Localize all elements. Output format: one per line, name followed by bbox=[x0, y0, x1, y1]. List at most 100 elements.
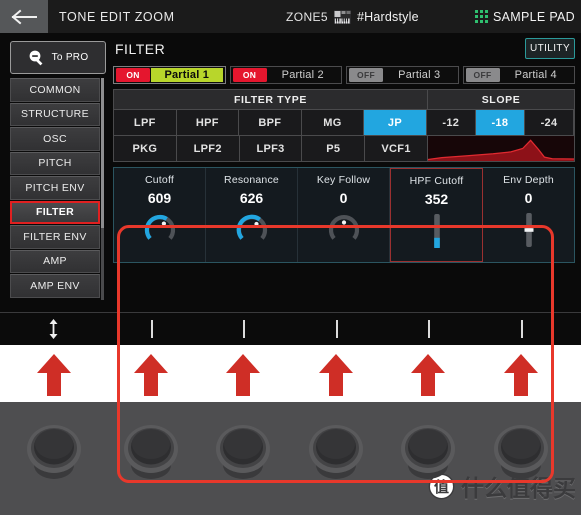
slope-option--12[interactable]: -12 bbox=[426, 110, 476, 135]
param-label: Resonance bbox=[224, 174, 279, 186]
up-arrow-icon bbox=[504, 354, 538, 396]
knob-indicator-strip bbox=[0, 312, 581, 345]
knob-glyph bbox=[309, 425, 363, 479]
up-arrow-icon bbox=[37, 354, 71, 396]
hardware-knob-1[interactable] bbox=[22, 419, 86, 496]
slider-control[interactable] bbox=[522, 213, 536, 247]
filter-type-vcf1[interactable]: VCF1 bbox=[365, 136, 428, 161]
hardware-knob-5[interactable] bbox=[396, 419, 460, 496]
sidebar-item-filter[interactable]: FILTER bbox=[10, 200, 100, 224]
sidebar-item-label: AMP ENV bbox=[30, 279, 80, 292]
filter-type-row-2: PKG LPF2 LPF3 P5 VCF1 bbox=[114, 135, 574, 161]
panel-title: FILTER bbox=[115, 41, 166, 57]
param-hpf-cutoff[interactable]: HPF Cutoff 352 bbox=[390, 168, 483, 262]
slope-option--18[interactable]: -18 bbox=[475, 110, 525, 135]
sidebar-item-filter-env[interactable]: FILTER ENV bbox=[10, 225, 100, 249]
sidebar-scroll-thumb[interactable] bbox=[101, 78, 104, 228]
callout-arrow-2 bbox=[133, 353, 169, 402]
param-value: 626 bbox=[239, 190, 264, 206]
grid-icon bbox=[475, 10, 489, 23]
knob-tick-resize[interactable] bbox=[47, 318, 61, 340]
param-resonance[interactable]: Resonance 626 bbox=[206, 168, 298, 262]
filter-type-p5[interactable]: P5 bbox=[302, 136, 366, 161]
hardware-knob-2[interactable] bbox=[119, 419, 183, 496]
knob-glyph bbox=[124, 425, 178, 479]
partial-tabs: ON Partial 1 ON Partial 2 OFF Partial 3 OFF Par… bbox=[113, 66, 575, 84]
filter-panel: FILTER UTILITY ON Partial 1 ON Partial 2 OFF… bbox=[113, 38, 575, 313]
zone-label: ZONE5 bbox=[286, 9, 329, 24]
param-cutoff[interactable]: Cutoff 609 bbox=[114, 168, 206, 262]
sidebar-item-amp[interactable]: AMP bbox=[10, 249, 100, 273]
param-env-depth[interactable]: Env Depth 0 bbox=[483, 168, 574, 262]
partial-2-state-toggle[interactable]: ON bbox=[232, 68, 267, 82]
keyboard-icon bbox=[334, 9, 352, 24]
device-screen: TONE EDIT ZOOM ZONE5 #Hardstyle SAMPLE P… bbox=[0, 0, 581, 345]
partial-1-state-toggle[interactable]: ON bbox=[116, 68, 150, 82]
zoom-out-icon bbox=[29, 50, 43, 66]
knob-glyph bbox=[27, 425, 81, 479]
zone-info: ZONE5 #Hardstyle bbox=[286, 0, 419, 33]
partial-3-label: Partial 3 bbox=[398, 69, 441, 81]
hardware-knob-6[interactable] bbox=[489, 419, 553, 496]
hardware-knob-4[interactable] bbox=[304, 419, 368, 496]
callout-arrow-3 bbox=[225, 353, 261, 402]
slope-option--24[interactable]: -24 bbox=[524, 110, 575, 135]
param-value: 0 bbox=[524, 190, 533, 206]
tone-name-label: #Hardstyle bbox=[357, 9, 419, 24]
slider-control[interactable] bbox=[430, 214, 444, 248]
sample-pad-button[interactable]: SAMPLE PAD bbox=[475, 0, 575, 33]
knob-tick-3 bbox=[336, 320, 338, 338]
panel-header: FILTER UTILITY bbox=[113, 38, 575, 63]
filter-type-header: FILTER TYPE bbox=[114, 90, 428, 109]
sidebar-item-pitch-env[interactable]: PITCH ENV bbox=[10, 176, 100, 200]
partial-tab-1[interactable]: ON Partial 1 bbox=[113, 66, 226, 84]
partial-tab-2[interactable]: ON Partial 2 bbox=[229, 66, 342, 84]
sidebar-item-label: FILTER bbox=[35, 206, 75, 219]
param-key-follow[interactable]: Key Follow 0 bbox=[298, 168, 390, 262]
sidebar-scrollbar[interactable] bbox=[101, 78, 104, 300]
callout-arrow-4 bbox=[318, 353, 354, 402]
partial-tab-3[interactable]: OFF Partial 3 bbox=[346, 66, 459, 84]
knob-tick-4 bbox=[428, 320, 430, 338]
knob-control[interactable] bbox=[143, 213, 177, 247]
sidebar-item-label: PITCH ENV bbox=[25, 181, 85, 194]
hardware-knob-3[interactable] bbox=[211, 419, 275, 496]
partial-3-state-toggle[interactable]: OFF bbox=[349, 68, 383, 82]
partial-4-label: Partial 4 bbox=[514, 69, 557, 81]
page-title: TONE EDIT ZOOM bbox=[59, 9, 175, 24]
filter-response-graph bbox=[427, 136, 574, 161]
back-button[interactable] bbox=[0, 0, 48, 33]
filter-type-lpf2[interactable]: LPF2 bbox=[176, 136, 240, 161]
param-label: Env Depth bbox=[503, 174, 554, 186]
filter-type-mg[interactable]: MG bbox=[301, 110, 365, 135]
filter-type-lpf3[interactable]: LPF3 bbox=[239, 136, 303, 161]
utility-button[interactable]: UTILITY bbox=[525, 38, 575, 59]
partial-tab-4[interactable]: OFF Partial 4 bbox=[462, 66, 575, 84]
sidebar-item-label: STRUCTURE bbox=[21, 108, 89, 121]
knob-control[interactable] bbox=[235, 213, 269, 247]
sidebar-item-label: PITCH bbox=[38, 157, 72, 170]
slope-header: SLOPE bbox=[428, 90, 574, 109]
parameter-row: Cutoff 609 Resonance 626 Key Follow 0 HPF Cuto… bbox=[113, 167, 575, 263]
knob-glyph bbox=[401, 425, 455, 479]
filter-type-hpf[interactable]: HPF bbox=[176, 110, 240, 135]
sidebar-item-structure[interactable]: STRUCTURE bbox=[10, 102, 100, 126]
up-arrow-icon bbox=[411, 354, 445, 396]
sidebar-item-osc[interactable]: OSC bbox=[10, 127, 100, 151]
filter-type-lpf[interactable]: LPF bbox=[114, 110, 177, 135]
top-bar: TONE EDIT ZOOM ZONE5 #Hardstyle SAMPLE P… bbox=[0, 0, 581, 33]
sidebar-item-common[interactable]: COMMON bbox=[10, 78, 100, 102]
sidebar-item-amp-env[interactable]: AMP ENV bbox=[10, 274, 100, 298]
filter-type-pkg[interactable]: PKG bbox=[114, 136, 177, 161]
filter-type-bpf[interactable]: BPF bbox=[239, 110, 302, 135]
filter-type-jp[interactable]: JP bbox=[364, 110, 427, 135]
up-arrow-icon bbox=[319, 354, 353, 396]
knob-control[interactable] bbox=[327, 213, 361, 247]
filter-type-headers: FILTER TYPE SLOPE bbox=[114, 90, 574, 109]
to-pro-button[interactable]: To PRO bbox=[10, 41, 106, 74]
knob-tick-1 bbox=[151, 320, 153, 338]
sidebar: To PRO COMMON STRUCTURE OSC PITCH PITCH ENV F… bbox=[10, 41, 108, 337]
callout-arrow-1 bbox=[36, 353, 72, 402]
partial-4-state-toggle[interactable]: OFF bbox=[465, 68, 500, 82]
sidebar-item-pitch[interactable]: PITCH bbox=[10, 151, 100, 175]
